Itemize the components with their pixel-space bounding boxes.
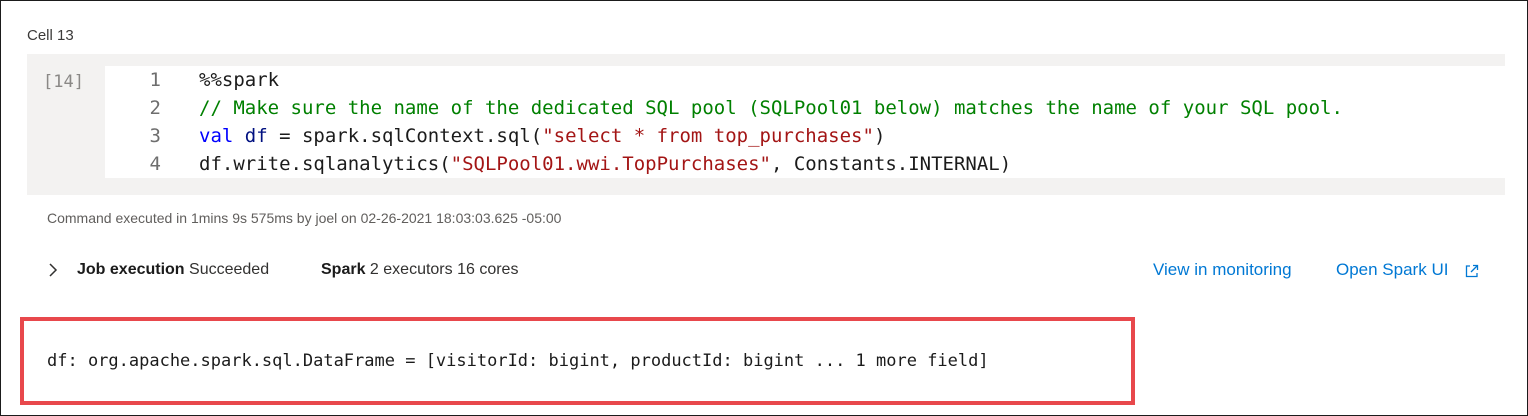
code-token: %%spark	[199, 69, 280, 91]
spark-detail: 2 executors 16 cores	[369, 261, 519, 278]
code-token: df	[244, 125, 268, 147]
code-token: "select * from top_purchases"	[542, 125, 874, 147]
output-text: df: org.apache.spark.sql.DataFrame = [vi…	[47, 351, 989, 371]
line-number: 3	[149, 125, 161, 147]
spark-info: Spark 2 executors 16 cores	[321, 257, 518, 283]
code-token: )	[873, 125, 886, 147]
spark-label: Spark	[321, 261, 366, 278]
code-editor[interactable]: 1 %%spark 2 // Make sure the name of the de…	[105, 66, 1505, 178]
job-execution-label: Job execution	[77, 261, 185, 278]
code-token: = spark.sqlContext.sql(	[267, 125, 543, 147]
execution-count: [14]	[43, 72, 84, 92]
notebook-cell-frame: Cell 13 [14] 1 %%spark 2 // Make sure the n…	[0, 0, 1528, 416]
code-token: "SQLPool01.wwi.TopPurchases"	[450, 153, 771, 175]
cell-output: df: org.apache.spark.sql.DataFrame = [vi…	[20, 317, 1135, 405]
line-number: 1	[149, 69, 161, 91]
line-number: 2	[149, 97, 161, 119]
line-number: 4	[149, 153, 161, 175]
view-in-monitoring-link[interactable]: View in monitoring	[1153, 257, 1292, 283]
code-line: 2 // Make sure the name of the dedicated …	[105, 94, 1343, 122]
code-token: val	[199, 125, 245, 147]
code-line: 1 %%spark	[105, 66, 280, 94]
code-cell[interactable]: [14] 1 %%spark 2 // Make sure the name of t…	[27, 54, 1505, 195]
execution-info: Command executed in 1mins 9s 575ms by jo…	[47, 210, 562, 226]
job-execution-status: Job execution Succeeded	[77, 257, 269, 283]
code-line: 3 val df = spark.sqlContext.sql("select *…	[105, 122, 886, 150]
cell-label: Cell 13	[27, 27, 74, 44]
chevron-right-icon[interactable]	[47, 257, 61, 283]
code-token: , Constants.INTERNAL)	[770, 153, 1012, 175]
job-status-row: Job execution Succeeded Spark 2 executor…	[1, 257, 1527, 283]
code-line: 4 df.write.sqlanalytics("SQLPool01.wwi.To…	[105, 150, 1012, 178]
job-status-value: Succeeded	[189, 261, 270, 278]
code-token: df.write.sqlanalytics(	[199, 153, 451, 175]
external-link-icon[interactable]	[1464, 263, 1480, 279]
open-spark-ui-link[interactable]: Open Spark UI	[1336, 257, 1448, 283]
code-token: // Make sure the name of the dedicated S…	[199, 97, 1343, 119]
